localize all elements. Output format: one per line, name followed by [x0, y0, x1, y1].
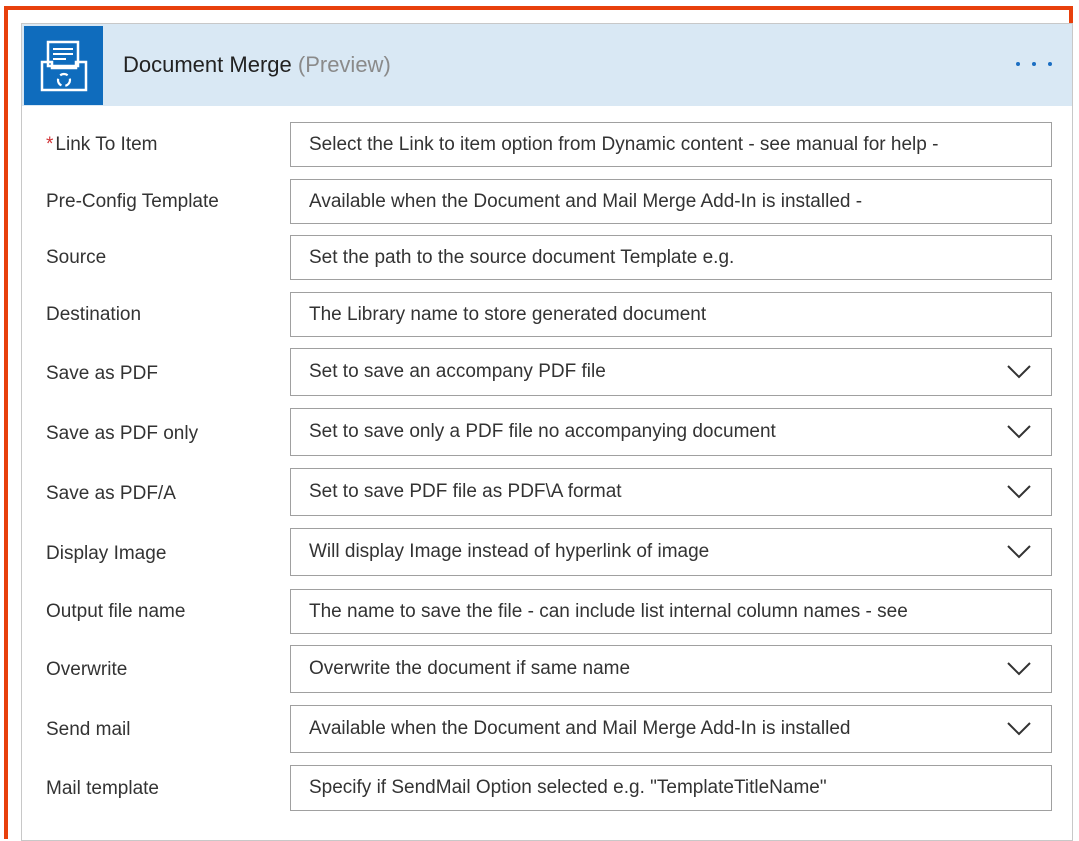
chevron-down-icon[interactable]	[1007, 365, 1031, 379]
destination-input[interactable]: The Library name to store generated docu…	[290, 292, 1052, 337]
mail-template-input[interactable]: Specify if SendMail Option selected e.g.…	[290, 765, 1052, 811]
card-title-text: Document Merge	[123, 52, 292, 77]
field-label-link-to-item: * Link To Item	[46, 134, 158, 155]
document-merge-icon	[24, 26, 103, 105]
mail-template-placeholder: Specify if SendMail Option selected e.g.…	[309, 777, 827, 798]
save-as-pdf-placeholder: Set to save an accompany PDF file	[309, 361, 606, 382]
field-label-output-file-name: Output file name	[46, 601, 186, 622]
send-mail-placeholder: Available when the Document and Mail Mer…	[309, 718, 851, 739]
field-label-source: Source	[46, 247, 107, 268]
pre-config-template-input[interactable]: Available when the Document and Mail Mer…	[290, 179, 1052, 224]
send-mail-dropdown[interactable]: Available when the Document and Mail Mer…	[290, 705, 1052, 753]
highlight-frame: Document Merge (Preview) * Link To Item S…	[4, 6, 1073, 841]
source-placeholder: Set the path to the source document Temp…	[309, 246, 735, 268]
field-label-mail-template: Mail template	[46, 778, 159, 799]
link-to-item-placeholder: Select the Link to item option from Dyna…	[309, 133, 939, 155]
chevron-down-icon[interactable]	[1007, 662, 1031, 676]
required-asterisk: *	[46, 134, 54, 155]
source-input[interactable]: Set the path to the source document Temp…	[290, 235, 1052, 280]
pre-config-template-placeholder: Available when the Document and Mail Mer…	[309, 190, 863, 212]
output-file-name-placeholder: The name to save the file - can include …	[309, 600, 908, 622]
overwrite-dropdown[interactable]: Overwrite the document if same name	[290, 645, 1052, 693]
action-card: Document Merge (Preview) * Link To Item S…	[21, 23, 1073, 841]
field-label-save-as-pdf: Save as PDF	[46, 363, 158, 384]
ellipsis-dot	[1016, 62, 1020, 66]
preview-badge: (Preview)	[297, 52, 391, 77]
field-label-destination: Destination	[46, 304, 142, 325]
field-label-overwrite: Overwrite	[46, 659, 128, 680]
ellipsis-dot	[1048, 62, 1052, 66]
save-as-pdf-a-placeholder: Set to save PDF file as PDF\A format	[309, 481, 622, 502]
save-as-pdf-dropdown[interactable]: Set to save an accompany PDF file	[290, 348, 1052, 396]
overwrite-placeholder: Overwrite the document if same name	[309, 658, 631, 679]
more-options-button[interactable]	[1016, 54, 1052, 74]
chevron-down-icon[interactable]	[1007, 722, 1031, 736]
chevron-down-icon[interactable]	[1007, 485, 1031, 499]
field-label-pre-config-template: Pre-Config Template	[46, 191, 219, 212]
display-image-placeholder: Will display Image instead of hyperlink …	[309, 541, 710, 562]
chevron-down-icon[interactable]	[1007, 545, 1031, 559]
field-label-display-image: Display Image	[46, 543, 167, 564]
save-as-pdf-only-placeholder: Set to save only a PDF file no accompany…	[309, 421, 776, 442]
card-title: Document Merge (Preview)	[123, 52, 391, 78]
field-label-save-as-pdf-a: Save as PDF/A	[46, 483, 176, 504]
chevron-down-icon[interactable]	[1007, 425, 1031, 439]
ellipsis-dot	[1032, 62, 1036, 66]
destination-placeholder: The Library name to store generated docu…	[309, 303, 707, 325]
card-header[interactable]: Document Merge (Preview)	[22, 24, 1072, 106]
field-label-send-mail: Send mail	[46, 719, 131, 740]
save-as-pdf-a-dropdown[interactable]: Set to save PDF file as PDF\A format	[290, 468, 1052, 516]
field-label-save-as-pdf-only: Save as PDF only	[46, 423, 199, 444]
output-file-name-input[interactable]: The name to save the file - can include …	[290, 589, 1052, 634]
save-as-pdf-only-dropdown[interactable]: Set to save only a PDF file no accompany…	[290, 408, 1052, 456]
display-image-dropdown[interactable]: Will display Image instead of hyperlink …	[290, 528, 1052, 576]
link-to-item-input[interactable]: Select the Link to item option from Dyna…	[290, 122, 1052, 167]
